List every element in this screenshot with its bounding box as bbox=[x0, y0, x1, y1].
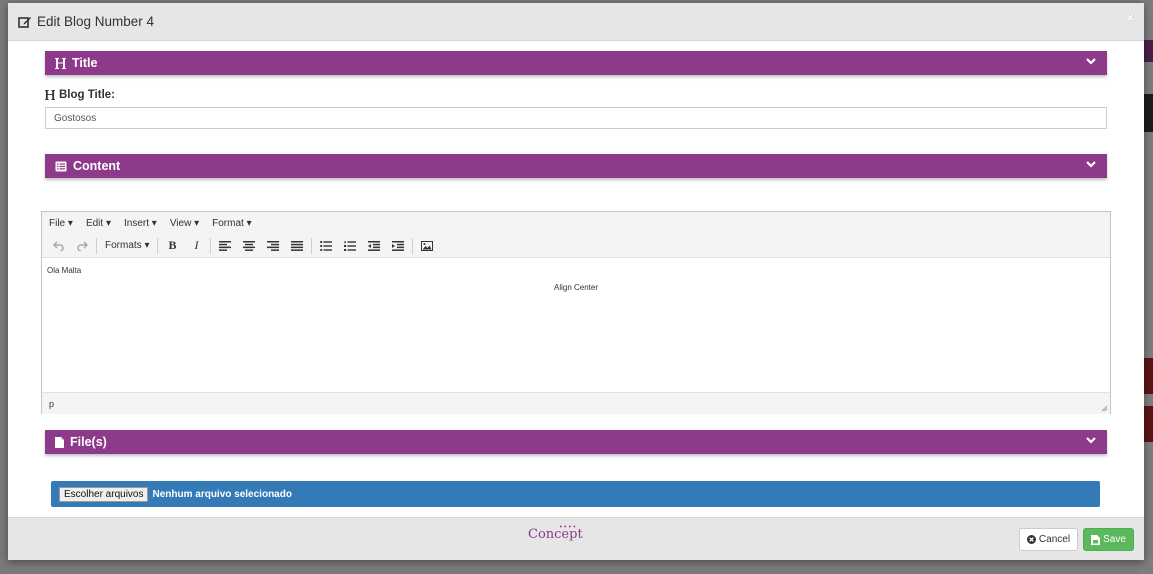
background-element bbox=[1143, 94, 1153, 132]
chevron-down-icon[interactable] bbox=[1085, 434, 1097, 446]
align-justify-button[interactable] bbox=[285, 235, 309, 257]
element-path[interactable]: p bbox=[49, 399, 54, 409]
align-left-icon bbox=[219, 240, 232, 251]
redo-button[interactable] bbox=[70, 235, 94, 257]
background-element bbox=[1143, 40, 1153, 62]
italic-button[interactable]: I bbox=[184, 235, 208, 257]
blog-title-label-text: Blog Title: bbox=[59, 89, 116, 101]
background-element bbox=[1143, 358, 1153, 394]
numbered-list-button[interactable] bbox=[338, 235, 362, 257]
editor-statusbar: p bbox=[42, 392, 1110, 414]
save-icon bbox=[1091, 534, 1101, 545]
concept-logo: •••• Concept bbox=[528, 524, 583, 542]
undo-button[interactable] bbox=[46, 235, 70, 257]
save-button[interactable]: Save bbox=[1083, 528, 1134, 551]
save-button-label: Save bbox=[1103, 534, 1126, 545]
content-section-header[interactable]: Content bbox=[45, 154, 1107, 178]
align-center-icon bbox=[243, 240, 256, 251]
resize-handle-icon[interactable] bbox=[1101, 405, 1108, 412]
cancel-button[interactable]: Cancel bbox=[1019, 528, 1078, 551]
align-left-button[interactable] bbox=[213, 235, 237, 257]
background-element bbox=[1143, 406, 1153, 442]
chevron-down-icon[interactable] bbox=[1085, 158, 1097, 170]
align-right-icon bbox=[267, 240, 280, 251]
editor-paragraph-centered: Align Center bbox=[553, 283, 599, 292]
bullet-list-icon bbox=[320, 240, 333, 251]
files-section-header[interactable]: File(s) bbox=[45, 430, 1107, 454]
menu-format[interactable]: Format ▾ bbox=[212, 218, 251, 229]
modal-title: Edit Blog Number 4 bbox=[18, 14, 154, 29]
menu-view[interactable]: View ▾ bbox=[170, 218, 199, 229]
bold-icon: B bbox=[168, 238, 177, 252]
menu-insert[interactable]: Insert ▾ bbox=[124, 218, 157, 229]
modal-footer: •••• Concept Cancel Save bbox=[8, 517, 1144, 560]
indent-button[interactable] bbox=[386, 235, 410, 257]
file-icon bbox=[55, 436, 64, 448]
rich-text-editor: File ▾ Edit ▾ Insert ▾ View ▾ Format ▾ F… bbox=[41, 211, 1111, 414]
choose-files-button[interactable]: Escolher arquivos bbox=[59, 486, 149, 502]
file-upload-area: Escolher arquivos Nenhum arquivo selecio… bbox=[51, 481, 1100, 507]
toolbar-separator bbox=[157, 237, 159, 254]
heading-icon bbox=[55, 57, 66, 69]
editor-menubar: File ▾ Edit ▾ Insert ▾ View ▾ Format ▾ bbox=[42, 212, 1110, 234]
blog-title-label: Blog Title: bbox=[45, 89, 115, 101]
italic-icon: I bbox=[194, 238, 199, 252]
chevron-down-icon[interactable] bbox=[1085, 55, 1097, 67]
align-right-button[interactable] bbox=[261, 235, 285, 257]
menu-edit[interactable]: Edit ▾ bbox=[86, 218, 111, 229]
list-alt-icon bbox=[55, 161, 67, 171]
redo-icon bbox=[76, 240, 88, 251]
content-section-label: Content bbox=[73, 159, 121, 173]
heading-icon bbox=[45, 90, 55, 100]
modal-title-text: Edit Blog Number 4 bbox=[37, 14, 155, 29]
bold-button[interactable]: B bbox=[160, 235, 184, 257]
image-icon bbox=[421, 240, 434, 251]
modal-header: Edit Blog Number 4 × bbox=[8, 3, 1144, 41]
editor-content-area[interactable]: Ola Malta Align Center bbox=[42, 259, 1110, 391]
menu-file[interactable]: File ▾ bbox=[49, 218, 73, 229]
blog-title-input[interactable] bbox=[45, 107, 1107, 129]
edit-icon bbox=[18, 17, 31, 28]
formats-dropdown[interactable]: Formats ▾ bbox=[99, 235, 155, 257]
file-status-text: Nenhum arquivo selecionado bbox=[152, 488, 292, 500]
editor-toolbar: Formats ▾ B I bbox=[42, 234, 1110, 258]
close-button[interactable]: × bbox=[1126, 10, 1134, 25]
align-justify-icon bbox=[291, 240, 304, 251]
logo-dots: •••• bbox=[559, 524, 578, 531]
title-section-label: Title bbox=[72, 56, 98, 70]
edit-blog-modal: Edit Blog Number 4 × Title Blog Title: C… bbox=[8, 3, 1144, 560]
toolbar-separator bbox=[412, 237, 414, 254]
files-section-label: File(s) bbox=[70, 435, 107, 449]
toolbar-separator bbox=[311, 237, 313, 254]
numbered-list-icon bbox=[344, 240, 357, 251]
insert-image-button[interactable] bbox=[415, 235, 439, 257]
title-section-header[interactable]: Title bbox=[45, 51, 1107, 75]
outdent-icon bbox=[368, 240, 381, 251]
align-center-button[interactable] bbox=[237, 235, 261, 257]
toolbar-separator bbox=[210, 237, 212, 254]
editor-paragraph: Ola Malta bbox=[47, 266, 82, 275]
indent-icon bbox=[392, 240, 405, 251]
outdent-button[interactable] bbox=[362, 235, 386, 257]
times-circle-icon bbox=[1026, 535, 1036, 544]
toolbar-separator bbox=[96, 237, 97, 254]
undo-icon bbox=[52, 240, 64, 251]
bullet-list-button[interactable] bbox=[314, 235, 338, 257]
cancel-button-label: Cancel bbox=[1038, 534, 1071, 545]
